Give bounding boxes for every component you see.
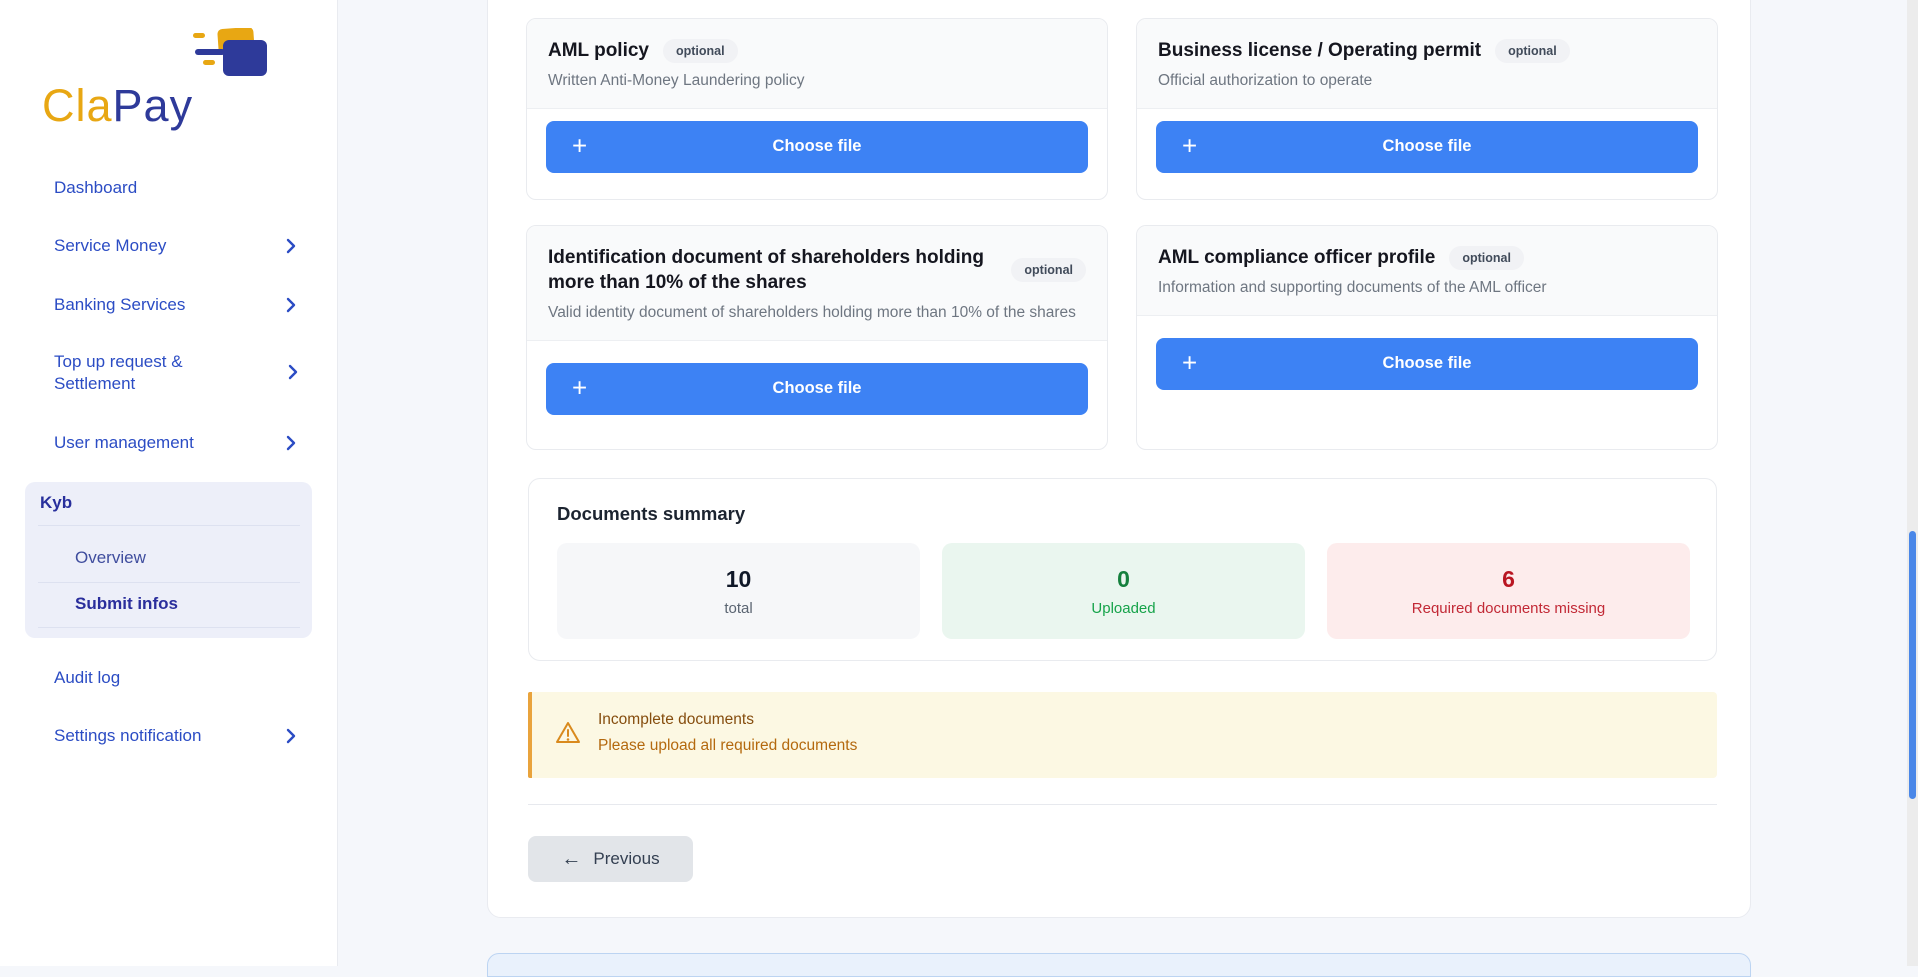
stat-missing: 6 Required documents missing bbox=[1327, 543, 1690, 639]
alert-title: Incomplete documents bbox=[598, 711, 754, 729]
chevron-right-icon bbox=[288, 364, 298, 386]
sidebar-item-label: Service Money bbox=[54, 236, 166, 255]
stat-uploaded: 0 Uploaded bbox=[942, 543, 1305, 639]
choose-file-label: Choose file bbox=[773, 137, 862, 156]
clapay-logo-icon bbox=[191, 28, 269, 91]
sidebar-item-label: Kyb bbox=[40, 493, 72, 512]
arrow-left-icon: ← bbox=[561, 849, 581, 869]
sidebar-item-kyb[interactable]: Kyb bbox=[40, 493, 90, 513]
sidebar-group-kyb: Kyb Overview Submit infos bbox=[25, 482, 312, 638]
document-description: Information and supporting documents of … bbox=[1158, 278, 1696, 299]
next-section-card-partial bbox=[487, 953, 1751, 977]
kyb-submit-documents-panel: AML policy optional Written Anti-Money L… bbox=[487, 0, 1751, 918]
sidebar-item-label: Settings notification bbox=[54, 726, 201, 745]
document-card-body: + Choose file bbox=[1137, 316, 1717, 449]
plus-icon: + bbox=[572, 372, 587, 403]
stat-total-label: total bbox=[724, 600, 752, 617]
incomplete-documents-alert: Incomplete documents Please upload all r… bbox=[528, 692, 1717, 778]
sidebar-item-user-management[interactable]: User management bbox=[54, 432, 297, 454]
document-card-header: AML policy optional Written Anti-Money L… bbox=[527, 19, 1107, 109]
stat-total-value: 10 bbox=[726, 566, 752, 593]
choose-file-label: Choose file bbox=[1383, 137, 1472, 156]
stat-missing-value: 6 bbox=[1502, 566, 1515, 593]
sidebar-item-audit-log[interactable]: Audit log bbox=[54, 667, 297, 689]
document-upload-grid: AML policy optional Written Anti-Money L… bbox=[526, 18, 1718, 450]
logo-text-cla: Cla bbox=[42, 80, 113, 131]
document-card-aml-officer: AML compliance officer profile optional … bbox=[1136, 225, 1718, 450]
plus-icon: + bbox=[572, 130, 587, 161]
documents-summary-card: Documents summary 10 total 0 Uploaded 6 … bbox=[528, 478, 1717, 661]
choose-file-button[interactable]: + Choose file bbox=[546, 363, 1088, 415]
document-title: AML policy bbox=[548, 38, 649, 63]
sidebar-item-kyb-overview[interactable]: Overview bbox=[75, 548, 146, 568]
chevron-right-icon bbox=[286, 728, 296, 750]
document-description: Valid identity document of shareholders … bbox=[548, 303, 1086, 324]
chevron-down-icon bbox=[77, 493, 90, 513]
sidebar-item-label: Overview bbox=[75, 548, 146, 567]
previous-button-label: Previous bbox=[593, 849, 659, 869]
stat-uploaded-value: 0 bbox=[1117, 566, 1130, 593]
optional-badge: optional bbox=[663, 39, 738, 63]
document-description: Official authorization to operate bbox=[1158, 71, 1696, 92]
logo-text-pay: Pay bbox=[113, 80, 194, 131]
document-card-business-license: Business license / Operating permit opti… bbox=[1136, 18, 1718, 200]
sidebar-item-settings-notification[interactable]: Settings notification bbox=[54, 725, 297, 747]
document-description: Written Anti-Money Laundering policy bbox=[548, 71, 1086, 92]
document-card-header: AML compliance officer profile optional … bbox=[1137, 226, 1717, 316]
document-card-header: Business license / Operating permit opti… bbox=[1137, 19, 1717, 109]
sidebar-item-top-up-request-settlement[interactable]: Top up request & Settlement bbox=[54, 351, 254, 395]
choose-file-label: Choose file bbox=[773, 379, 862, 398]
choose-file-button[interactable]: + Choose file bbox=[1156, 121, 1698, 173]
sidebar-item-kyb-submit-infos[interactable]: Submit infos bbox=[75, 594, 178, 614]
sidebar-item-label: Banking Services bbox=[54, 295, 185, 314]
sidebar-item-label: Audit log bbox=[54, 668, 120, 687]
document-card-aml-policy: AML policy optional Written Anti-Money L… bbox=[526, 18, 1108, 200]
document-title: AML compliance officer profile bbox=[1158, 245, 1435, 270]
scrollbar-thumb[interactable] bbox=[1909, 531, 1916, 799]
document-card-body: + Choose file bbox=[1137, 109, 1717, 199]
plus-icon: + bbox=[1182, 347, 1197, 378]
divider bbox=[38, 582, 300, 583]
sidebar-item-label: Submit infos bbox=[75, 594, 178, 613]
sidebar-item-dashboard[interactable]: Dashboard bbox=[54, 177, 297, 199]
clapay-logo-text: ClaPay bbox=[42, 80, 193, 132]
document-title: Business license / Operating permit bbox=[1158, 38, 1481, 63]
choose-file-button[interactable]: + Choose file bbox=[1156, 338, 1698, 390]
document-card-body: + Choose file bbox=[527, 341, 1107, 449]
optional-badge: optional bbox=[1495, 39, 1570, 63]
stat-missing-label: Required documents missing bbox=[1412, 600, 1605, 617]
documents-summary-stats: 10 total 0 Uploaded 6 Required documents… bbox=[557, 543, 1690, 639]
document-card-header: Identification document of shareholders … bbox=[527, 226, 1107, 341]
divider bbox=[38, 525, 300, 526]
stat-uploaded-label: Uploaded bbox=[1091, 600, 1155, 617]
document-card-body: + Choose file bbox=[527, 109, 1107, 199]
scrollbar-track[interactable] bbox=[1907, 0, 1918, 966]
clapay-logo[interactable]: ClaPay bbox=[42, 28, 277, 136]
sidebar-item-label: Top up request & Settlement bbox=[54, 352, 183, 393]
optional-badge: optional bbox=[1011, 258, 1086, 282]
chevron-right-icon bbox=[286, 238, 296, 260]
choose-file-button[interactable]: + Choose file bbox=[546, 121, 1088, 173]
sidebar-item-label: User management bbox=[54, 433, 194, 452]
optional-badge: optional bbox=[1449, 246, 1524, 270]
divider bbox=[38, 627, 300, 628]
plus-icon: + bbox=[1182, 130, 1197, 161]
documents-summary-title: Documents summary bbox=[557, 503, 745, 525]
sidebar-item-label: Dashboard bbox=[54, 178, 137, 197]
chevron-right-icon bbox=[286, 435, 296, 457]
previous-button[interactable]: ← Previous bbox=[528, 836, 693, 882]
sidebar: ClaPay Dashboard Service Money Banking S… bbox=[0, 0, 338, 966]
chevron-right-icon bbox=[286, 297, 296, 319]
divider bbox=[528, 804, 1717, 805]
choose-file-label: Choose file bbox=[1383, 354, 1472, 373]
document-card-shareholder-id: Identification document of shareholders … bbox=[526, 225, 1108, 450]
sidebar-item-banking-services[interactable]: Banking Services bbox=[54, 294, 297, 316]
document-title: Identification document of shareholders … bbox=[548, 245, 997, 295]
sidebar-item-service-money[interactable]: Service Money bbox=[54, 235, 297, 257]
stat-total: 10 total bbox=[557, 543, 920, 639]
alert-message: Please upload all required documents bbox=[598, 737, 857, 755]
warning-triangle-icon bbox=[554, 719, 582, 752]
